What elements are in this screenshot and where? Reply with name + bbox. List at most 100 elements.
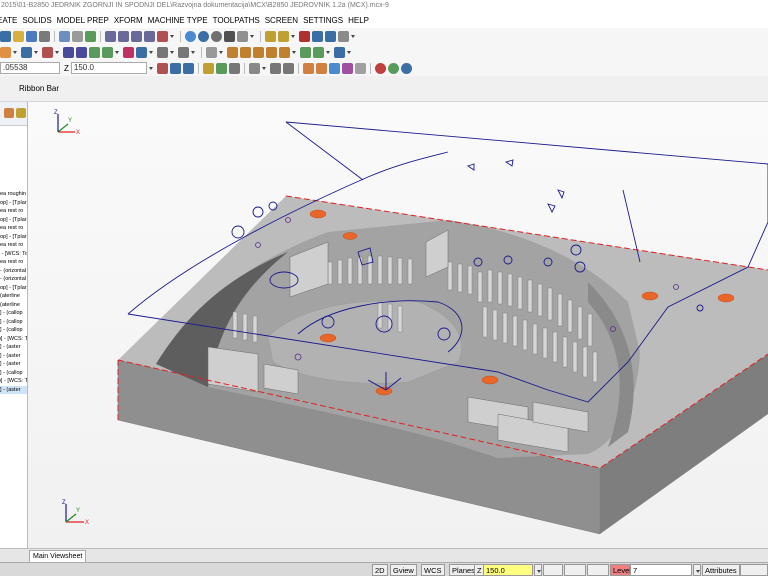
simulate-icon[interactable] [328,62,340,74]
refresh-icon[interactable] [228,62,240,74]
level-manager-icon[interactable] [202,62,214,74]
translucency-icon[interactable] [237,30,248,42]
operation-item[interactable]: callop) - [ [0,309,27,318]
hatch-icon[interactable] [206,46,217,58]
view-front-icon[interactable] [131,30,142,42]
edit-icon[interactable] [278,30,289,42]
menu-settings[interactable]: SETTINGS [303,16,348,25]
break-icon[interactable] [136,46,147,58]
level-dropdown[interactable] [693,564,701,576]
operation-item[interactable]: ea rest ro [0,241,27,250]
stop-icon[interactable] [374,62,386,74]
menu-xform[interactable]: XFORM [114,16,148,25]
solid-revolve-icon[interactable] [240,46,251,58]
z-depth-field[interactable]: 150.0 [70,62,147,74]
operation-item[interactable]: op] - [WCS: To [0,250,27,259]
cplane-selector[interactable] [740,564,768,576]
tab-main-viewsheet[interactable]: Main Viewsheet [29,550,87,562]
z-value-field[interactable]: 150.0 [483,564,533,576]
menu-machine-type[interactable]: MACHINE TYPE [148,16,213,25]
operation-item[interactable]: aster) - [ [0,343,27,352]
color-icon[interactable] [215,62,227,74]
solid-shell-icon[interactable] [279,46,290,58]
chevron-down-icon[interactable] [170,34,174,38]
operation-item[interactable]: aster) - [ [0,385,27,394]
fit-icon[interactable] [85,30,96,42]
chevron-down-icon[interactable] [34,50,38,54]
toolpath-manager-icon[interactable] [354,62,366,74]
operation-item[interactable]: aterline) [0,292,27,301]
trim-icon[interactable] [123,46,134,58]
pencil-icon[interactable] [265,30,276,42]
menu-screen[interactable]: SCREEN [265,16,303,25]
operation-item[interactable]: ea rest ro [0,258,27,267]
color-selector[interactable] [543,564,563,576]
chevron-down-icon[interactable] [149,50,153,54]
wireframe-icon[interactable] [198,30,209,42]
solid-loft-icon[interactable] [253,46,264,58]
surface-icon[interactable] [300,46,311,58]
layers-icon[interactable] [325,30,336,42]
chevron-down-icon[interactable] [148,66,153,70]
wcs-button[interactable]: WCS [421,564,445,576]
operation-item[interactable]: callop) - [ [0,326,27,335]
select-cursor-icon[interactable] [269,62,281,74]
post-icon[interactable] [341,62,353,74]
view-right-icon[interactable] [144,30,155,42]
properties-icon[interactable] [338,30,349,42]
chevron-down-icon[interactable] [191,50,195,54]
stretch-icon[interactable] [178,46,189,58]
menu-toolpaths[interactable]: TOOLPATHS [213,16,265,25]
menu-help[interactable]: HELP [348,16,374,25]
operation-item[interactable]: aster) - [ [0,360,27,369]
chevron-down-icon[interactable] [170,50,174,54]
analyze-icon[interactable] [299,30,310,42]
autocursor-icon[interactable] [156,62,168,74]
operation-item[interactable]: aster) - [ [0,352,27,361]
view-iso-icon[interactable] [105,30,116,42]
coordinate-field[interactable]: .05538 [0,62,60,74]
dimension-icon[interactable] [157,46,168,58]
point-icon[interactable] [0,46,11,58]
chevron-down-icon[interactable] [261,66,266,70]
chevron-down-icon[interactable] [115,50,119,54]
operation-item[interactable]: op] - [Tplar [0,199,27,208]
line-icon[interactable] [21,46,32,58]
solid-extrude-icon[interactable] [227,46,238,58]
rectangle-icon[interactable] [63,46,74,58]
operation-item[interactable]: op] - [Tplar [0,284,27,293]
operation-item[interactable]: aterline) [0,301,27,310]
select-chain-icon[interactable] [282,62,294,74]
save-icon[interactable] [26,30,37,42]
line-width-selector[interactable] [587,564,609,576]
shading-icon[interactable] [185,30,196,42]
z-dropdown[interactable] [534,564,542,576]
chevron-down-icon[interactable] [347,50,351,54]
chevron-down-icon[interactable] [250,34,254,38]
zoom-icon[interactable] [59,30,70,42]
help-icon[interactable] [182,62,194,74]
operation-item[interactable]: callop) - [ [0,318,27,327]
solid-icon[interactable] [224,30,235,42]
operation-item[interactable]: orizontal) - [0,267,27,276]
menu-solids[interactable]: SOLIDS [22,16,56,25]
chevron-down-icon[interactable] [351,34,355,38]
fillet-icon[interactable] [89,46,100,58]
arc-icon[interactable] [42,46,53,58]
menu-create[interactable]: EATE [0,16,22,25]
chevron-down-icon[interactable] [55,50,59,54]
backplot-icon[interactable] [315,62,327,74]
view-top-icon[interactable] [118,30,129,42]
xform-icon[interactable] [334,46,345,58]
operation-item[interactable]: orizontal) - [0,275,27,284]
operation-item[interactable]: op] - [WCS: T [0,335,27,344]
print-icon[interactable] [39,30,50,42]
ok-icon[interactable] [387,62,399,74]
chevron-down-icon[interactable] [219,50,223,54]
operation-item[interactable]: ea roughin [0,190,27,199]
operation-item[interactable]: ea rest ro [0,224,27,233]
spline-icon[interactable] [76,46,87,58]
snap-icon[interactable] [169,62,181,74]
operation-item[interactable]: op] - [WCS: T [0,377,27,386]
graphics-viewport[interactable]: Z X Y Z X Y [28,102,768,548]
